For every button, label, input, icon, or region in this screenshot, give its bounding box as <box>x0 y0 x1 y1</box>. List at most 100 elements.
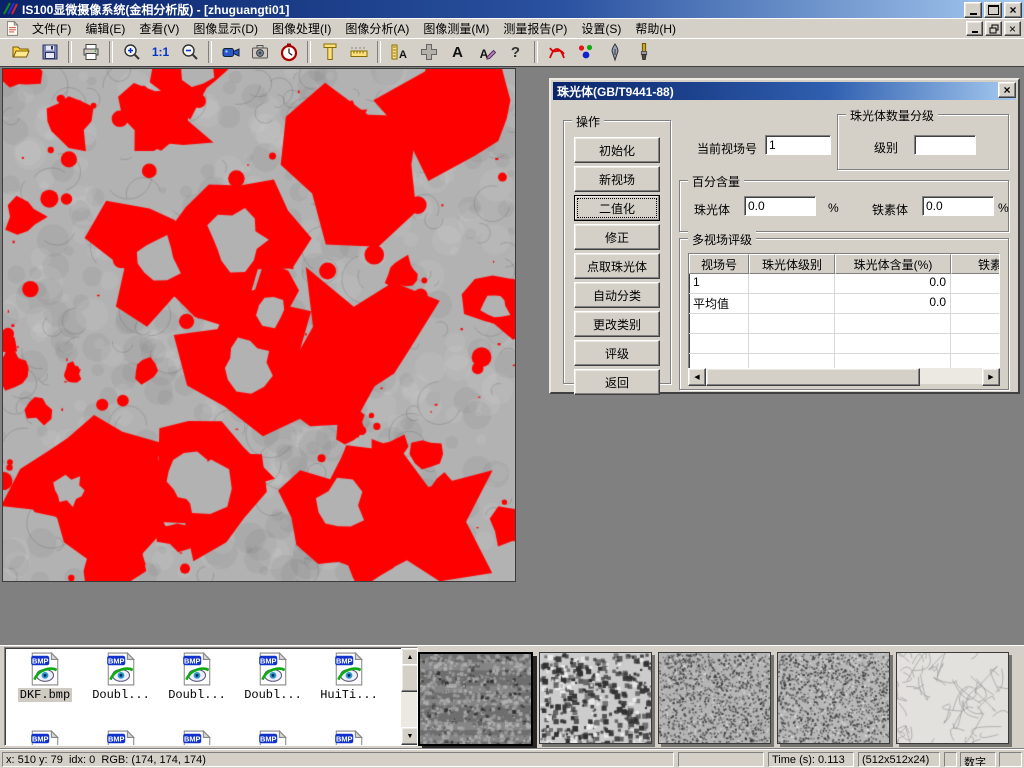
toolbar-separator <box>534 41 538 63</box>
table-row[interactable]: 平均值 0.0 <box>689 294 999 314</box>
menu-file[interactable]: 文件(F) <box>25 18 78 39</box>
menu-image-analysis[interactable]: 图像分析(A) <box>338 18 416 39</box>
print-button[interactable] <box>77 39 104 65</box>
menu-measure-report[interactable]: 测量报告(P) <box>496 18 574 39</box>
correct-button[interactable]: 修正 <box>574 224 660 250</box>
minimize-button[interactable] <box>964 2 982 18</box>
sample-thumbnail-2[interactable] <box>539 652 652 744</box>
menu-settings[interactable]: 设置(S) <box>574 18 628 39</box>
dialog-title-bar[interactable]: 珠光体(GB/T9441-88) <box>553 82 1016 100</box>
file-item[interactable]: BMP HuiTi... <box>311 652 387 702</box>
file-vscrollbar[interactable]: ▲ ▼ <box>401 648 417 745</box>
mdi-restore-button[interactable] <box>985 21 1002 36</box>
specimen-image[interactable] <box>2 68 516 582</box>
video-capture-button[interactable] <box>217 39 244 65</box>
ferrite-percent-input[interactable] <box>922 196 994 216</box>
percent-group: 百分含量 珠光体 % 铁素体 % <box>679 180 1009 232</box>
file-item[interactable]: BMP <box>159 730 235 746</box>
caliper-measure-button[interactable] <box>316 39 343 65</box>
pick-pearlite-button[interactable]: 点取珠光体 <box>574 253 660 279</box>
file-item[interactable]: BMP Doubl... <box>235 652 311 702</box>
table-row[interactable] <box>689 334 999 354</box>
zoom-out-button[interactable] <box>176 39 203 65</box>
sample-thumbnail-4[interactable] <box>777 652 890 744</box>
menu-help[interactable]: 帮助(H) <box>628 18 683 39</box>
maximize-button[interactable] <box>984 2 1002 18</box>
toolbar-separator <box>68 41 72 63</box>
percent-group-label: 百分含量 <box>688 173 744 190</box>
mdi-minimize-button[interactable] <box>966 21 983 36</box>
scroll-down-button[interactable]: ▼ <box>401 727 418 745</box>
cell <box>749 294 835 313</box>
scroll-right-button[interactable]: ▶ <box>982 368 1000 386</box>
pen-tool-button[interactable] <box>601 39 628 65</box>
auto-classify-button[interactable]: 自动分类 <box>574 282 660 308</box>
pearlite-percent-input[interactable] <box>744 196 816 216</box>
menu-image-display[interactable]: 图像显示(D) <box>186 18 265 39</box>
annotate-button[interactable]: A <box>473 39 500 65</box>
return-button[interactable]: 返回 <box>574 369 660 395</box>
menu-image-measure[interactable]: 图像测量(M) <box>416 18 496 39</box>
new-field-button[interactable]: 新视场 <box>574 166 660 192</box>
thumbnail-image-2[interactable] <box>540 653 651 743</box>
file-item[interactable]: BMP <box>235 730 311 746</box>
thumbnail-image-3[interactable] <box>659 653 770 743</box>
mdi-close-button[interactable]: × <box>1004 21 1021 36</box>
file-item[interactable]: BMP Doubl... <box>83 652 159 702</box>
vscroll-thumb[interactable] <box>401 664 418 692</box>
svg-text:BMP: BMP <box>336 656 353 665</box>
help-button[interactable]: ? <box>502 39 529 65</box>
file-item[interactable]: BMP Doubl... <box>159 652 235 702</box>
operation-group-label: 操作 <box>572 113 604 130</box>
hscroll-thumb[interactable] <box>706 368 920 386</box>
ruler-measure-button[interactable] <box>345 39 372 65</box>
menu-edit[interactable]: 编辑(E) <box>78 18 132 39</box>
zoom-in-button[interactable] <box>118 39 145 65</box>
table-header: 视场号 珠光体级别 珠光体含量(%) 铁素体 <box>689 254 999 274</box>
cell <box>749 274 835 293</box>
merge-grid-button[interactable] <box>415 39 442 65</box>
file-item[interactable]: BMP DKF.bmp <box>7 652 83 702</box>
cross-grid-icon <box>419 42 439 62</box>
init-button[interactable]: 初始化 <box>574 137 660 163</box>
save-button[interactable] <box>36 39 63 65</box>
table-hscrollbar[interactable]: ◀ ▶ <box>688 368 1000 384</box>
grade-input[interactable] <box>914 135 976 155</box>
open-button[interactable] <box>7 39 34 65</box>
change-class-button[interactable]: 更改类别 <box>574 311 660 337</box>
count-points-button[interactable] <box>572 39 599 65</box>
binarize-button[interactable]: 二值化 <box>574 195 660 221</box>
bmp-file-icon: BMP <box>258 652 288 686</box>
menu-bar: 文件(F) 编辑(E) 查看(V) 图像显示(D) 图像处理(I) 图像分析(A… <box>0 18 1024 39</box>
table-row[interactable] <box>689 314 999 334</box>
dialog-close-button[interactable]: × <box>998 82 1016 98</box>
file-name: DKF.bmp <box>18 688 72 702</box>
measure-label-button[interactable]: A <box>386 39 413 65</box>
table-row[interactable]: 1 0.0 <box>689 274 999 294</box>
actual-size-button[interactable]: 1:1 <box>147 39 174 65</box>
thumbnail-image-4[interactable] <box>778 653 889 743</box>
curve-tool-button[interactable] <box>543 39 570 65</box>
operation-group: 操作 初始化 新视场 二值化 修正 点取珠光体 自动分类 更改类别 评级 返回 <box>563 120 671 384</box>
text-tool-button[interactable]: A <box>444 39 471 65</box>
scroll-left-button[interactable]: ◀ <box>688 368 706 386</box>
bmp-file-icon: BMP <box>30 652 60 686</box>
menu-view[interactable]: 查看(V) <box>132 18 186 39</box>
current-field-input[interactable] <box>765 135 831 155</box>
thumbnail-image-5[interactable] <box>897 653 1008 743</box>
sample-thumbnail-1[interactable] <box>418 652 533 746</box>
file-item[interactable]: BMP <box>7 730 83 746</box>
timer-button[interactable] <box>275 39 302 65</box>
thumbnail-image-1[interactable] <box>420 654 531 744</box>
rate-button[interactable]: 评级 <box>574 340 660 366</box>
snapshot-button[interactable] <box>246 39 273 65</box>
bmp-file-icon: BMP <box>30 730 60 746</box>
brush-tool-button[interactable] <box>630 39 657 65</box>
file-item[interactable]: BMP <box>83 730 159 746</box>
sample-thumbnail-3[interactable] <box>658 652 771 744</box>
close-button[interactable]: × <box>1004 2 1022 18</box>
file-item[interactable]: BMP <box>311 730 387 746</box>
cell <box>689 314 749 333</box>
menu-image-processing[interactable]: 图像处理(I) <box>265 18 338 39</box>
sample-thumbnail-5[interactable] <box>896 652 1009 744</box>
